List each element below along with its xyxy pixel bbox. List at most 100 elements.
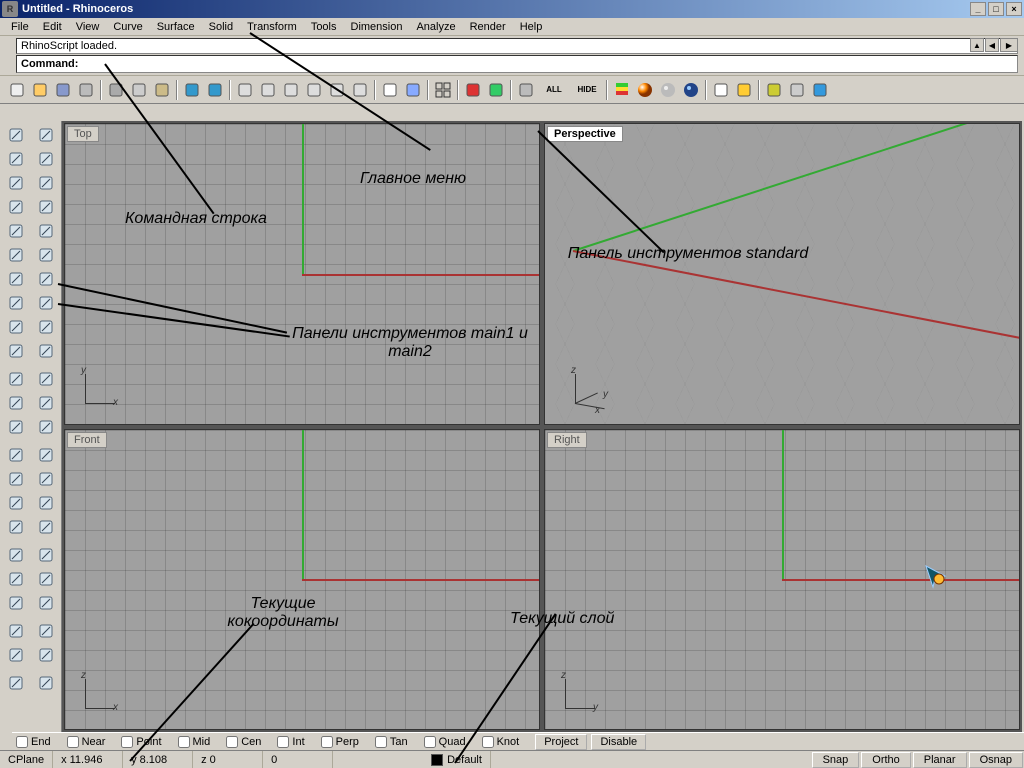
toolbtn-4view[interactable] xyxy=(432,79,454,101)
osnap-tan[interactable]: Tan xyxy=(375,736,408,748)
toolbtn-curve[interactable] xyxy=(4,171,28,195)
toolbtn-mirror[interactable] xyxy=(4,515,28,539)
osnap-point[interactable]: Point xyxy=(121,736,161,748)
osnap-check-quad[interactable] xyxy=(424,736,436,748)
toolbtn-orient[interactable] xyxy=(34,515,58,539)
menu-transform[interactable]: Transform xyxy=(240,20,304,34)
toolbtn-blend[interactable] xyxy=(34,339,58,363)
toolbtn-new[interactable] xyxy=(6,79,28,101)
toolbtn-open[interactable] xyxy=(29,79,51,101)
toolbtn-slab[interactable] xyxy=(34,267,58,291)
toolbtn-trim[interactable] xyxy=(4,543,28,567)
toolbtn-check[interactable] xyxy=(34,671,58,695)
toolbtn-undo[interactable] xyxy=(181,79,203,101)
osnap-perp[interactable]: Perp xyxy=(321,736,359,748)
osnap-cen[interactable]: Cen xyxy=(226,736,261,748)
menu-tools[interactable]: Tools xyxy=(304,20,344,34)
command-prompt[interactable]: Command: xyxy=(16,55,1018,73)
toolbtn-spiral[interactable] xyxy=(4,339,28,363)
toolbtn-paste[interactable] xyxy=(151,79,173,101)
toolbtn-all[interactable]: ALL xyxy=(538,79,570,101)
toolbtn-select[interactable] xyxy=(4,123,28,147)
toolbtn-help[interactable] xyxy=(809,79,831,101)
toolbtn-align[interactable] xyxy=(34,491,58,515)
osnap-check-end[interactable] xyxy=(16,736,28,748)
toolbtn-points[interactable] xyxy=(34,147,58,171)
status-btn-planar[interactable]: Planar xyxy=(913,752,967,768)
viewport-label-perspective[interactable]: Perspective xyxy=(547,126,623,142)
toolbtn-pan[interactable] xyxy=(234,79,256,101)
viewport-perspective[interactable]: Perspective z y x xyxy=(544,123,1020,425)
toolbtn-rotate[interactable] xyxy=(4,467,28,491)
toolbtn-star[interactable] xyxy=(34,291,58,315)
osnap-mid[interactable]: Mid xyxy=(178,736,211,748)
toolbtn-loft[interactable] xyxy=(4,415,28,439)
toolbtn-matte[interactable] xyxy=(657,79,679,101)
toolbtn-save[interactable] xyxy=(52,79,74,101)
osnap-check-cen[interactable] xyxy=(226,736,238,748)
osnap-near[interactable]: Near xyxy=(67,736,106,748)
toolbtn-freeform[interactable] xyxy=(4,315,28,339)
osnap-check-int[interactable] xyxy=(277,736,289,748)
menu-edit[interactable]: Edit xyxy=(36,20,69,34)
toolbtn-rotate[interactable] xyxy=(257,79,279,101)
toolbtn-redo[interactable] xyxy=(204,79,226,101)
toolbtn-cut[interactable] xyxy=(105,79,127,101)
toolbtn-wireframe[interactable] xyxy=(379,79,401,101)
toolbtn-gears[interactable] xyxy=(763,79,785,101)
toolbtn-zoom-extents[interactable] xyxy=(326,79,348,101)
menu-curve[interactable]: Curve xyxy=(106,20,149,34)
status-btn-snap[interactable]: Snap xyxy=(812,752,860,768)
toolbtn-car[interactable] xyxy=(462,79,484,101)
toolbtn-chamfer[interactable] xyxy=(34,567,58,591)
osnap-btn-disable[interactable]: Disable xyxy=(591,734,646,750)
viewport-top[interactable]: Top yx xyxy=(64,123,540,425)
toolbtn-array[interactable] xyxy=(34,467,58,491)
toolbtn-rail[interactable] xyxy=(34,391,58,415)
toolbtn-layers[interactable] xyxy=(485,79,507,101)
osnap-check-point[interactable] xyxy=(121,736,133,748)
toolbtn-arc[interactable] xyxy=(4,243,28,267)
toolbtn-options[interactable] xyxy=(786,79,808,101)
toolbtn-zoom-sel[interactable] xyxy=(349,79,371,101)
toolbtn-lines[interactable] xyxy=(34,171,58,195)
history-right-button[interactable]: ▶ xyxy=(1000,38,1018,52)
toolbtn-extrude[interactable] xyxy=(4,367,28,391)
toolbtn-circle[interactable] xyxy=(4,219,28,243)
toolbtn-render[interactable] xyxy=(680,79,702,101)
toolbtn-scale[interactable] xyxy=(4,491,28,515)
status-layer[interactable]: Default xyxy=(423,751,491,768)
toolbtn-angle[interactable] xyxy=(34,619,58,643)
toolbtn-print[interactable] xyxy=(75,79,97,101)
toolbtn-cone[interactable] xyxy=(733,79,755,101)
viewport-label-top[interactable]: Top xyxy=(67,126,99,142)
toolbtn-explode[interactable] xyxy=(34,591,58,615)
toolbtn-ball[interactable] xyxy=(634,79,656,101)
menu-analyze[interactable]: Analyze xyxy=(409,20,462,34)
toolbtn-lock[interactable] xyxy=(515,79,537,101)
osnap-knot[interactable]: Knot xyxy=(482,736,520,748)
toolbtn-sphere[interactable] xyxy=(710,79,732,101)
toolbtn-join[interactable] xyxy=(4,591,28,615)
toolbtn-revolve[interactable] xyxy=(4,391,28,415)
osnap-check-mid[interactable] xyxy=(178,736,190,748)
close-button[interactable]: × xyxy=(1006,2,1022,16)
menu-file[interactable]: File xyxy=(4,20,36,34)
toolbtn-polygon[interactable] xyxy=(4,291,28,315)
osnap-check-near[interactable] xyxy=(67,736,79,748)
toolbtn-ellipse[interactable] xyxy=(34,219,58,243)
viewport-label-front[interactable]: Front xyxy=(67,432,107,448)
menu-view[interactable]: View xyxy=(69,20,107,34)
toolbtn-split[interactable] xyxy=(4,567,28,591)
toolbtn-point[interactable] xyxy=(4,147,28,171)
toolbtn-lasso[interactable] xyxy=(34,123,58,147)
toolbtn-analyze[interactable] xyxy=(4,671,28,695)
toolbtn-sweep[interactable] xyxy=(34,367,58,391)
viewport-right[interactable]: Right zy xyxy=(544,429,1020,731)
toolbtn-arc2[interactable] xyxy=(34,243,58,267)
toolbtn-zoom[interactable] xyxy=(280,79,302,101)
menu-solid[interactable]: Solid xyxy=(202,20,240,34)
menu-render[interactable]: Render xyxy=(463,20,513,34)
osnap-end[interactable]: End xyxy=(16,736,51,748)
osnap-quad[interactable]: Quad xyxy=(424,736,466,748)
